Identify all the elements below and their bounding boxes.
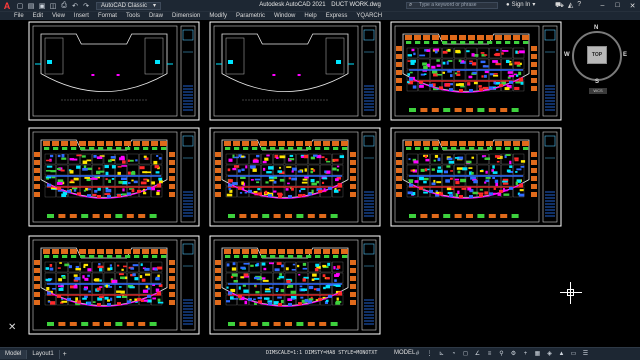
help-icon[interactable]: ?	[577, 1, 581, 10]
annotation-monitor-icon[interactable]: +	[522, 350, 529, 357]
grid-icon[interactable]: #	[414, 350, 421, 357]
new-file-icon[interactable]: ▢	[16, 2, 24, 10]
sign-in-button[interactable]: ● Sign In ▾	[506, 1, 536, 9]
undo-icon[interactable]: ↶	[71, 2, 79, 10]
menu-edit[interactable]: Edit	[33, 13, 43, 19]
user-icon: ●	[506, 1, 510, 8]
save-as-icon[interactable]: ◫	[49, 2, 57, 10]
a360-icon[interactable]: ◭	[568, 1, 573, 10]
annotation-scale-icon[interactable]: ⚲	[498, 350, 505, 357]
chevron-down-icon: ▾	[153, 2, 157, 9]
model-space-toggle[interactable]: MODEL	[394, 350, 415, 356]
search-placeholder: Type a keyword or phrase	[419, 2, 477, 8]
quick-access-toolbar: ▢ ▤ ▣ ◫ ⎙ ↶ ↷	[16, 2, 90, 10]
customize-icon[interactable]: ☰	[582, 350, 589, 357]
plot-icon[interactable]: ⎙	[60, 2, 68, 10]
title-bar: A ▢ ▤ ▣ ◫ ⎙ ↶ ↷ AutoCAD Classic ▾ Autode…	[0, 0, 640, 11]
menu-modify[interactable]: Modify	[209, 13, 227, 19]
menu-window[interactable]: Window	[274, 13, 295, 19]
menu-help[interactable]: Help	[304, 13, 316, 19]
search-input[interactable]: ⌕ Type a keyword or phrase	[406, 2, 498, 9]
workspace-label: AutoCAD Classic	[101, 2, 148, 9]
app-menu-button[interactable]: A	[0, 0, 14, 11]
menu-file[interactable]: File	[14, 13, 24, 19]
drawing-canvas[interactable]	[0, 20, 640, 347]
menu-express[interactable]: Express	[326, 13, 348, 19]
close-button[interactable]: ✕	[625, 0, 640, 11]
drawing-sheet[interactable]	[28, 21, 200, 121]
save-icon[interactable]: ▣	[38, 2, 46, 10]
wcs-menu[interactable]: WCS	[589, 88, 607, 94]
drawing-sheet[interactable]	[390, 21, 562, 121]
hardware-accel-icon[interactable]: ▲	[558, 350, 565, 357]
chevron-down-icon: ▾	[532, 2, 536, 8]
app-name: Autodesk AutoCAD 2021	[259, 2, 326, 8]
clean-screen-icon[interactable]: ▭	[570, 350, 577, 357]
file-name: DUCT WORK.dwg	[331, 2, 381, 8]
menu-format[interactable]: Format	[98, 13, 117, 19]
add-layout-button[interactable]: +	[60, 351, 70, 358]
maximize-button[interactable]: □	[610, 0, 625, 11]
polar-icon[interactable]: ◔	[450, 350, 457, 357]
menu-view[interactable]: View	[52, 13, 65, 19]
drawing-sheet[interactable]	[209, 235, 381, 335]
redo-icon[interactable]: ↷	[82, 2, 90, 10]
snap-icon[interactable]: ⋮	[426, 350, 433, 357]
status-toggles: # ⋮ ⊾ ◔ ◻ ∠ ≡ ⚲ ⚙ + ▦ ◈ ▲ ▭ ☰	[414, 350, 589, 358]
drawing-sheet[interactable]	[28, 127, 200, 227]
status-bar: Model Layout1 + DIMSCALE=1:1 DIMSTY=HA8 …	[0, 347, 640, 360]
ortho-icon[interactable]: ⊾	[438, 350, 445, 357]
menu-bar: File Edit View Insert Format Tools Draw Dimensi…	[0, 11, 640, 20]
menu-parametric[interactable]: Parametric	[236, 13, 265, 19]
osnap-icon[interactable]: ◻	[462, 350, 469, 357]
compass-east[interactable]: E	[623, 52, 627, 58]
isolate-icon[interactable]: ◈	[546, 350, 553, 357]
menu-insert[interactable]: Insert	[74, 13, 89, 19]
menu-tools[interactable]: Tools	[126, 13, 140, 19]
crosshair-cursor	[560, 282, 582, 304]
drawing-sheet[interactable]	[209, 21, 381, 121]
otrack-icon[interactable]: ∠	[474, 350, 481, 357]
lineweight-icon[interactable]: ≡	[486, 350, 493, 357]
viewcube[interactable]: TOP N S E W	[564, 25, 628, 87]
drawing-sheet[interactable]	[28, 235, 200, 335]
drawing-svg	[28, 21, 562, 335]
tab-layout1[interactable]: Layout1	[27, 349, 60, 359]
open-file-icon[interactable]: ▤	[27, 2, 35, 10]
drawing-sheet[interactable]	[390, 127, 562, 227]
menu-draw[interactable]: Draw	[149, 13, 163, 19]
tab-model[interactable]: Model	[0, 349, 28, 359]
minimize-button[interactable]: –	[595, 0, 610, 11]
menu-yqarch[interactable]: YQARCH	[356, 13, 382, 19]
compass-south[interactable]: S	[595, 79, 599, 85]
title-right-icons: ⛟ ◭ ?	[555, 1, 581, 10]
drawing-sheet[interactable]	[209, 127, 381, 227]
command-line[interactable]: DIMSCALE=1:1 DIMSTY=HA8 STYLE=MONOTXT	[266, 350, 377, 356]
compass-north[interactable]: N	[594, 25, 598, 31]
units-icon[interactable]: ▦	[534, 350, 541, 357]
cart-icon[interactable]: ⛟	[555, 1, 564, 10]
window-controls: – □ ✕	[595, 0, 640, 11]
viewcube-top-face[interactable]: TOP	[587, 46, 607, 64]
search-icon: ⌕	[409, 2, 413, 8]
workspace-gear-icon[interactable]: ⚙	[510, 350, 517, 357]
workspace-select[interactable]: AutoCAD Classic ▾	[96, 1, 162, 10]
menu-dimension[interactable]: Dimension	[172, 13, 200, 19]
sign-in-label: Sign In	[511, 1, 531, 8]
ucs-icon: ✕	[8, 322, 17, 333]
compass-west[interactable]: W	[564, 52, 570, 58]
